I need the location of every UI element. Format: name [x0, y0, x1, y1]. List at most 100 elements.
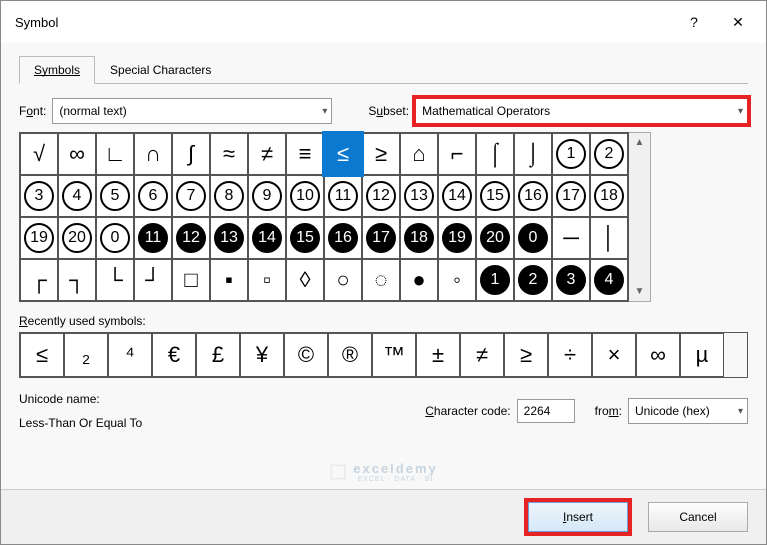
- symbol-cell[interactable]: 8: [210, 175, 248, 217]
- symbol-cell[interactable]: ◌: [362, 259, 400, 301]
- symbol-cell[interactable]: 10: [286, 175, 324, 217]
- symbol-cell[interactable]: 16: [514, 175, 552, 217]
- symbol-cell[interactable]: 2: [514, 259, 552, 301]
- help-button[interactable]: ?: [672, 9, 716, 35]
- symbol-cell[interactable]: 13: [210, 217, 248, 259]
- symbol-cell[interactable]: 0: [96, 217, 134, 259]
- symbol-cell[interactable]: ◦: [438, 259, 476, 301]
- symbol-cell[interactable]: 12: [172, 217, 210, 259]
- symbol-cell[interactable]: ●: [400, 259, 438, 301]
- symbol-cell[interactable]: ∩: [134, 133, 172, 175]
- unicode-name-value: Less-Than Or Equal To: [19, 416, 395, 430]
- recent-symbol-cell[interactable]: ∞: [636, 333, 680, 377]
- symbol-cell[interactable]: 6: [134, 175, 172, 217]
- symbol-cell[interactable]: ≤: [324, 133, 362, 175]
- symbol-cell[interactable]: 17: [362, 217, 400, 259]
- symbol-cell[interactable]: 11: [134, 217, 172, 259]
- symbol-grid-wrap: √∞∟∩∫≈≠≡≤≥⌂⌐⌠⌡12345678910111213141516171…: [19, 132, 748, 302]
- char-code-input[interactable]: 2264: [517, 399, 575, 423]
- symbol-cell[interactable]: □: [172, 259, 210, 301]
- symbol-cell[interactable]: 7: [172, 175, 210, 217]
- symbol-cell[interactable]: 19: [438, 217, 476, 259]
- symbol-cell[interactable]: 1: [552, 133, 590, 175]
- recent-symbol-cell[interactable]: µ: [680, 333, 724, 377]
- scroll-down-icon[interactable]: ▼: [635, 286, 645, 297]
- scrollbar[interactable]: ▲ ▼: [629, 132, 651, 302]
- symbol-cell[interactable]: ⌡: [514, 133, 552, 175]
- from-combo[interactable]: Unicode (hex) ▾: [628, 398, 748, 424]
- symbol-cell[interactable]: 14: [438, 175, 476, 217]
- recent-symbol-cell[interactable]: £: [196, 333, 240, 377]
- symbol-cell[interactable]: 1: [476, 259, 514, 301]
- symbol-cell[interactable]: 0: [514, 217, 552, 259]
- recent-symbol-cell[interactable]: ≤: [20, 333, 64, 377]
- symbol-cell[interactable]: 19: [20, 217, 58, 259]
- symbol-cell[interactable]: 9: [248, 175, 286, 217]
- symbol-cell[interactable]: ⌠: [476, 133, 514, 175]
- tab-special-characters[interactable]: Special Characters: [95, 56, 226, 84]
- symbol-cell[interactable]: 4: [58, 175, 96, 217]
- symbol-cell[interactable]: ≈: [210, 133, 248, 175]
- chevron-down-icon: ▾: [322, 106, 327, 117]
- close-button[interactable]: ✕: [716, 9, 760, 35]
- symbol-cell[interactable]: √: [20, 133, 58, 175]
- symbol-cell[interactable]: ∟: [96, 133, 134, 175]
- recent-symbol-cell[interactable]: ×: [592, 333, 636, 377]
- symbol-cell[interactable]: ○: [324, 259, 362, 301]
- recent-symbol-cell[interactable]: €: [152, 333, 196, 377]
- button-bar: Insert Cancel: [1, 489, 766, 544]
- subset-combo[interactable]: Mathematical Operators ▾: [415, 98, 748, 124]
- symbol-cell[interactable]: 5: [96, 175, 134, 217]
- scroll-up-icon[interactable]: ▲: [635, 137, 645, 148]
- recent-symbol-cell[interactable]: ÷: [548, 333, 592, 377]
- symbol-cell[interactable]: ▫: [248, 259, 286, 301]
- symbol-cell[interactable]: └: [96, 259, 134, 301]
- symbol-cell[interactable]: ◊: [286, 259, 324, 301]
- symbol-cell[interactable]: ─: [552, 217, 590, 259]
- symbol-cell[interactable]: 15: [476, 175, 514, 217]
- symbol-cell[interactable]: ⌂: [400, 133, 438, 175]
- font-combo[interactable]: (normal text) ▾: [52, 98, 332, 124]
- symbol-cell[interactable]: 18: [590, 175, 628, 217]
- symbol-cell[interactable]: 16: [324, 217, 362, 259]
- symbol-cell[interactable]: ∫: [172, 133, 210, 175]
- symbol-cell[interactable]: 2: [590, 133, 628, 175]
- symbol-cell[interactable]: ┐: [58, 259, 96, 301]
- recent-symbol-cell[interactable]: ©: [284, 333, 328, 377]
- recent-symbol-cell[interactable]: ⁴: [108, 333, 152, 377]
- symbol-cell[interactable]: │: [590, 217, 628, 259]
- titlebar: Symbol ? ✕: [1, 1, 766, 43]
- symbol-cell[interactable]: 12: [362, 175, 400, 217]
- symbol-cell[interactable]: ∞: [58, 133, 96, 175]
- symbol-cell[interactable]: 15: [286, 217, 324, 259]
- symbol-cell[interactable]: ┌: [20, 259, 58, 301]
- recent-symbol-cell[interactable]: ¥: [240, 333, 284, 377]
- symbol-cell[interactable]: 11: [324, 175, 362, 217]
- symbol-cell[interactable]: 18: [400, 217, 438, 259]
- symbol-cell[interactable]: 20: [58, 217, 96, 259]
- symbol-cell[interactable]: 13: [400, 175, 438, 217]
- symbol-cell[interactable]: 4: [590, 259, 628, 301]
- unicode-name-label: Unicode name:: [19, 392, 395, 406]
- recent-symbol-cell[interactable]: ®: [328, 333, 372, 377]
- symbol-cell[interactable]: ≠: [248, 133, 286, 175]
- recent-symbol-cell[interactable]: ±: [416, 333, 460, 377]
- symbol-cell[interactable]: ≡: [286, 133, 324, 175]
- symbol-cell[interactable]: 20: [476, 217, 514, 259]
- symbol-cell[interactable]: ≥: [362, 133, 400, 175]
- tab-symbols[interactable]: Symbols: [19, 56, 95, 84]
- symbol-cell[interactable]: 3: [552, 259, 590, 301]
- symbol-cell[interactable]: ▪: [210, 259, 248, 301]
- recent-symbol-cell[interactable]: ≥: [504, 333, 548, 377]
- symbol-cell[interactable]: 3: [20, 175, 58, 217]
- recent-symbol-cell[interactable]: ™: [372, 333, 416, 377]
- recent-symbol-cell[interactable]: ≠: [460, 333, 504, 377]
- symbol-cell[interactable]: ⌐: [438, 133, 476, 175]
- symbol-cell[interactable]: ┘: [134, 259, 172, 301]
- subset-value: Mathematical Operators: [422, 104, 550, 118]
- cancel-button[interactable]: Cancel: [648, 502, 748, 532]
- insert-button[interactable]: Insert: [528, 502, 628, 532]
- symbol-cell[interactable]: 14: [248, 217, 286, 259]
- symbol-cell[interactable]: 17: [552, 175, 590, 217]
- recent-symbol-cell[interactable]: ₂: [64, 333, 108, 377]
